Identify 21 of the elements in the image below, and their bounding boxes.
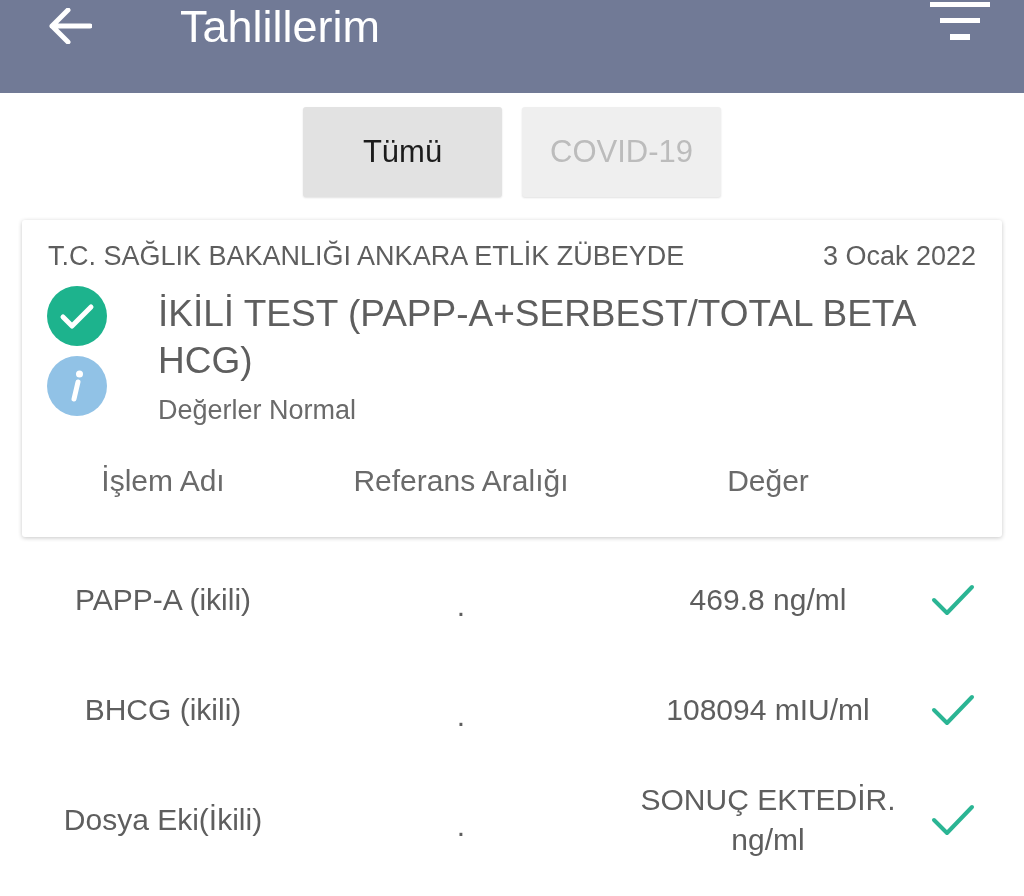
column-header: İşlem Adı (100, 463, 226, 499)
reference-range: . (455, 588, 467, 624)
test-item-name: BHCG (ikili) (83, 692, 243, 728)
test-item-name: PAPP-A (ikili) (73, 582, 253, 618)
filter-icon[interactable] (930, 0, 990, 42)
result-value: SONUÇ EKTEDİR. ng/ml (639, 782, 897, 858)
filter-tab[interactable]: Tümü (303, 107, 502, 197)
status-text: Değerler Normal (158, 394, 358, 427)
test-name: İKİLİ TEST (PAPP-A+SERBEST/TOTAL BETA HCG) (158, 292, 917, 383)
institution-name: T.C. SAĞLIK BAKANLIĞI ANKARA ETLİK ZÜBEYDE (48, 239, 685, 273)
result-value: 469.8 ng/ml (688, 582, 848, 618)
result-date: 3 Ocak 2022 (822, 240, 976, 273)
reference-range: . (455, 698, 467, 734)
test-item-name: Dosya Eki(İkili) (62, 802, 264, 838)
back-arrow-icon[interactable] (48, 8, 92, 44)
reference-range: . (455, 808, 467, 844)
result-card[interactable]: T.C. SAĞLIK BAKANLIĞI ANKARA ETLİK ZÜBEYDE 3 Ocak 2022 İKİLİ TEST (PAPP-A+SERBEST/TOTAL BETA HCG) Değerler Normal İşlem Adı Referans Aralığı Değer (22, 220, 1002, 537)
page-title: Tahlillerim (180, 3, 381, 49)
column-header: Referans Aralığı (352, 463, 570, 499)
result-value: 108094 mIU/ml (665, 692, 871, 728)
column-header: Değer (726, 463, 810, 499)
